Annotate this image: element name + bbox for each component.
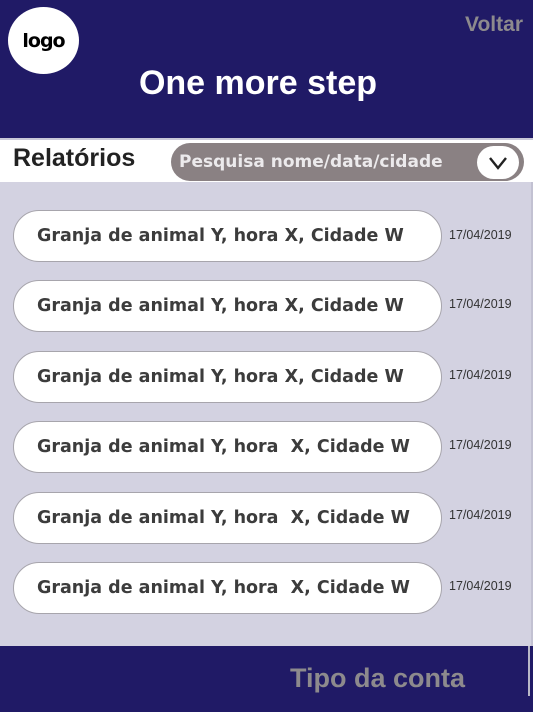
- search-bar: [171, 143, 524, 181]
- search-input[interactable]: [179, 143, 459, 181]
- report-item-label: Granja de animal Y, hora X, Cidade W: [37, 367, 404, 387]
- report-item[interactable]: Granja de animal Y, hora X, Cidade W: [13, 351, 442, 403]
- account-type-button[interactable]: Tipo da conta: [290, 663, 465, 694]
- report-item-date: 17/04/2019: [449, 297, 512, 311]
- footer-divider: [528, 646, 530, 696]
- header: logo Voltar One more step: [0, 0, 533, 138]
- report-item-date: 17/04/2019: [449, 228, 512, 242]
- section-title: Relatórios: [13, 144, 136, 172]
- report-item-label: Granja de animal Y, hora X, Cidade W: [37, 296, 404, 316]
- report-item-date: 17/04/2019: [449, 438, 512, 452]
- logo-text: logo: [22, 29, 65, 52]
- report-item-date: 17/04/2019: [449, 368, 512, 382]
- report-item[interactable]: Granja de animal Y, hora X, Cidade W: [13, 210, 442, 262]
- report-list: Granja de animal Y, hora X, Cidade W 17/…: [0, 182, 533, 646]
- toolbar: Relatórios: [0, 140, 533, 182]
- report-item[interactable]: Granja de animal Y, hora X, Cidade W: [13, 280, 442, 332]
- report-item-label: Granja de animal Y, hora X, Cidade W: [37, 508, 410, 528]
- report-item-date: 17/04/2019: [449, 508, 512, 522]
- report-item-date: 17/04/2019: [449, 579, 512, 593]
- page-title: One more step: [138, 64, 378, 102]
- dropdown-button[interactable]: [477, 146, 519, 179]
- report-item[interactable]: Granja de animal Y, hora X, Cidade W: [13, 492, 442, 544]
- report-item-label: Granja de animal Y, hora X, Cidade W: [37, 437, 410, 457]
- report-item[interactable]: Granja de animal Y, hora X, Cidade W: [13, 562, 442, 614]
- chevron-down-icon: [489, 156, 507, 170]
- report-item[interactable]: Granja de animal Y, hora X, Cidade W: [13, 421, 442, 473]
- footer: Tipo da conta: [0, 646, 533, 712]
- report-item-label: Granja de animal Y, hora X, Cidade W: [37, 578, 410, 598]
- back-button[interactable]: Voltar: [465, 13, 523, 37]
- report-item-label: Granja de animal Y, hora X, Cidade W: [37, 226, 404, 246]
